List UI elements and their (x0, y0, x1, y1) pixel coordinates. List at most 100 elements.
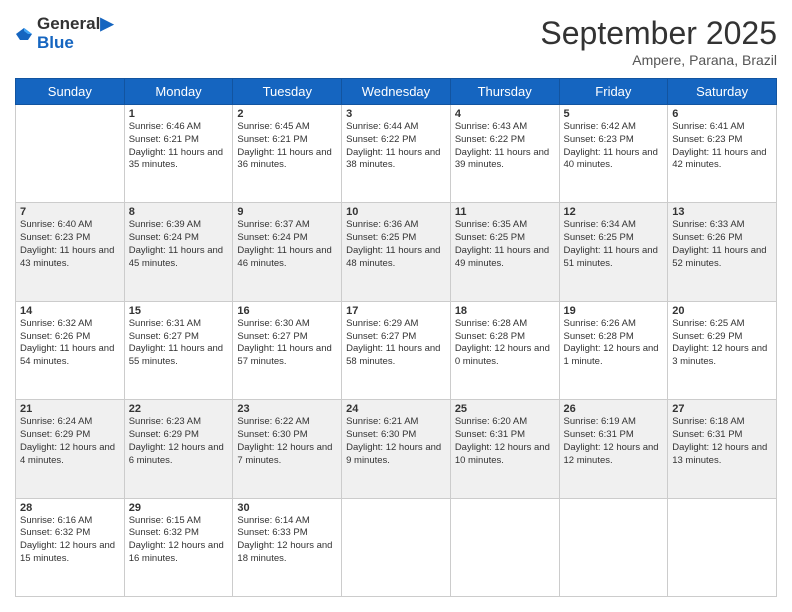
day-number: 22 (129, 403, 229, 415)
calendar-cell: 10Sunrise: 6:36 AMSunset: 6:25 PMDayligh… (342, 203, 451, 301)
page: General▶ Blue September 2025 Ampere, Par… (0, 0, 792, 612)
day-number: 12 (564, 206, 664, 218)
cell-content: Sunrise: 6:20 AMSunset: 6:31 PMDaylight:… (455, 416, 555, 467)
calendar-cell: 24Sunrise: 6:21 AMSunset: 6:30 PMDayligh… (342, 400, 451, 498)
cell-content: Sunrise: 6:25 AMSunset: 6:29 PMDaylight:… (672, 318, 772, 369)
cell-content: Sunrise: 6:33 AMSunset: 6:26 PMDaylight:… (672, 219, 772, 270)
subtitle: Ampere, Parana, Brazil (540, 52, 777, 68)
cell-content: Sunrise: 6:23 AMSunset: 6:29 PMDaylight:… (129, 416, 229, 467)
calendar-cell: 12Sunrise: 6:34 AMSunset: 6:25 PMDayligh… (559, 203, 668, 301)
cell-content: Sunrise: 6:44 AMSunset: 6:22 PMDaylight:… (346, 121, 446, 172)
calendar-cell: 8Sunrise: 6:39 AMSunset: 6:24 PMDaylight… (124, 203, 233, 301)
col-header-thursday: Thursday (450, 79, 559, 105)
cell-content: Sunrise: 6:28 AMSunset: 6:28 PMDaylight:… (455, 318, 555, 369)
calendar-cell: 23Sunrise: 6:22 AMSunset: 6:30 PMDayligh… (233, 400, 342, 498)
calendar-cell: 25Sunrise: 6:20 AMSunset: 6:31 PMDayligh… (450, 400, 559, 498)
cell-content: Sunrise: 6:35 AMSunset: 6:25 PMDaylight:… (455, 219, 555, 270)
calendar-cell: 26Sunrise: 6:19 AMSunset: 6:31 PMDayligh… (559, 400, 668, 498)
day-number: 15 (129, 305, 229, 317)
cell-content: Sunrise: 6:43 AMSunset: 6:22 PMDaylight:… (455, 121, 555, 172)
calendar-cell: 30Sunrise: 6:14 AMSunset: 6:33 PMDayligh… (233, 498, 342, 596)
day-number: 1 (129, 108, 229, 120)
cell-content: Sunrise: 6:26 AMSunset: 6:28 PMDaylight:… (564, 318, 664, 369)
calendar-cell: 28Sunrise: 6:16 AMSunset: 6:32 PMDayligh… (16, 498, 125, 596)
cell-content: Sunrise: 6:34 AMSunset: 6:25 PMDaylight:… (564, 219, 664, 270)
calendar-row-4: 21Sunrise: 6:24 AMSunset: 6:29 PMDayligh… (16, 400, 777, 498)
day-number: 16 (237, 305, 337, 317)
col-header-wednesday: Wednesday (342, 79, 451, 105)
calendar-cell: 16Sunrise: 6:30 AMSunset: 6:27 PMDayligh… (233, 301, 342, 399)
cell-content: Sunrise: 6:18 AMSunset: 6:31 PMDaylight:… (672, 416, 772, 467)
day-number: 28 (20, 502, 120, 514)
day-number: 7 (20, 206, 120, 218)
cell-content: Sunrise: 6:37 AMSunset: 6:24 PMDaylight:… (237, 219, 337, 270)
day-number: 18 (455, 305, 555, 317)
calendar-cell: 17Sunrise: 6:29 AMSunset: 6:27 PMDayligh… (342, 301, 451, 399)
month-title: September 2025 (540, 15, 777, 52)
calendar-cell (668, 498, 777, 596)
cell-content: Sunrise: 6:29 AMSunset: 6:27 PMDaylight:… (346, 318, 446, 369)
day-number: 19 (564, 305, 664, 317)
day-number: 8 (129, 206, 229, 218)
calendar-cell (559, 498, 668, 596)
calendar-cell: 5Sunrise: 6:42 AMSunset: 6:23 PMDaylight… (559, 105, 668, 203)
day-number: 21 (20, 403, 120, 415)
cell-content: Sunrise: 6:16 AMSunset: 6:32 PMDaylight:… (20, 515, 120, 566)
calendar-cell: 21Sunrise: 6:24 AMSunset: 6:29 PMDayligh… (16, 400, 125, 498)
calendar-cell: 2Sunrise: 6:45 AMSunset: 6:21 PMDaylight… (233, 105, 342, 203)
calendar-cell: 7Sunrise: 6:40 AMSunset: 6:23 PMDaylight… (16, 203, 125, 301)
calendar-cell: 29Sunrise: 6:15 AMSunset: 6:32 PMDayligh… (124, 498, 233, 596)
calendar-cell: 13Sunrise: 6:33 AMSunset: 6:26 PMDayligh… (668, 203, 777, 301)
day-number: 26 (564, 403, 664, 415)
calendar-cell: 6Sunrise: 6:41 AMSunset: 6:23 PMDaylight… (668, 105, 777, 203)
day-number: 11 (455, 206, 555, 218)
calendar-cell: 1Sunrise: 6:46 AMSunset: 6:21 PMDaylight… (124, 105, 233, 203)
calendar-cell: 27Sunrise: 6:18 AMSunset: 6:31 PMDayligh… (668, 400, 777, 498)
calendar-cell: 15Sunrise: 6:31 AMSunset: 6:27 PMDayligh… (124, 301, 233, 399)
cell-content: Sunrise: 6:46 AMSunset: 6:21 PMDaylight:… (129, 121, 229, 172)
calendar-cell: 11Sunrise: 6:35 AMSunset: 6:25 PMDayligh… (450, 203, 559, 301)
day-number: 13 (672, 206, 772, 218)
logo-icon (15, 27, 33, 41)
calendar-cell: 9Sunrise: 6:37 AMSunset: 6:24 PMDaylight… (233, 203, 342, 301)
calendar-cell: 22Sunrise: 6:23 AMSunset: 6:29 PMDayligh… (124, 400, 233, 498)
col-header-sunday: Sunday (16, 79, 125, 105)
col-header-tuesday: Tuesday (233, 79, 342, 105)
day-number: 2 (237, 108, 337, 120)
calendar-cell: 14Sunrise: 6:32 AMSunset: 6:26 PMDayligh… (16, 301, 125, 399)
logo-line1: General▶ (37, 15, 113, 34)
calendar-row-2: 7Sunrise: 6:40 AMSunset: 6:23 PMDaylight… (16, 203, 777, 301)
calendar-cell: 19Sunrise: 6:26 AMSunset: 6:28 PMDayligh… (559, 301, 668, 399)
calendar-cell (16, 105, 125, 203)
col-header-saturday: Saturday (668, 79, 777, 105)
calendar-row-1: 1Sunrise: 6:46 AMSunset: 6:21 PMDaylight… (16, 105, 777, 203)
cell-content: Sunrise: 6:42 AMSunset: 6:23 PMDaylight:… (564, 121, 664, 172)
cell-content: Sunrise: 6:19 AMSunset: 6:31 PMDaylight:… (564, 416, 664, 467)
cell-content: Sunrise: 6:21 AMSunset: 6:30 PMDaylight:… (346, 416, 446, 467)
col-header-friday: Friday (559, 79, 668, 105)
day-number: 30 (237, 502, 337, 514)
calendar-cell: 4Sunrise: 6:43 AMSunset: 6:22 PMDaylight… (450, 105, 559, 203)
cell-content: Sunrise: 6:39 AMSunset: 6:24 PMDaylight:… (129, 219, 229, 270)
cell-content: Sunrise: 6:22 AMSunset: 6:30 PMDaylight:… (237, 416, 337, 467)
calendar-table: SundayMondayTuesdayWednesdayThursdayFrid… (15, 78, 777, 597)
cell-content: Sunrise: 6:45 AMSunset: 6:21 PMDaylight:… (237, 121, 337, 172)
logo: General▶ Blue (15, 15, 113, 52)
cell-content: Sunrise: 6:32 AMSunset: 6:26 PMDaylight:… (20, 318, 120, 369)
cell-content: Sunrise: 6:40 AMSunset: 6:23 PMDaylight:… (20, 219, 120, 270)
day-number: 10 (346, 206, 446, 218)
day-number: 27 (672, 403, 772, 415)
calendar-cell (450, 498, 559, 596)
col-header-monday: Monday (124, 79, 233, 105)
day-number: 23 (237, 403, 337, 415)
day-number: 5 (564, 108, 664, 120)
cell-content: Sunrise: 6:41 AMSunset: 6:23 PMDaylight:… (672, 121, 772, 172)
logo-line2: Blue (37, 34, 113, 53)
title-section: September 2025 Ampere, Parana, Brazil (540, 15, 777, 68)
cell-content: Sunrise: 6:36 AMSunset: 6:25 PMDaylight:… (346, 219, 446, 270)
day-number: 4 (455, 108, 555, 120)
day-number: 17 (346, 305, 446, 317)
header: General▶ Blue September 2025 Ampere, Par… (15, 15, 777, 68)
cell-content: Sunrise: 6:31 AMSunset: 6:27 PMDaylight:… (129, 318, 229, 369)
day-number: 3 (346, 108, 446, 120)
